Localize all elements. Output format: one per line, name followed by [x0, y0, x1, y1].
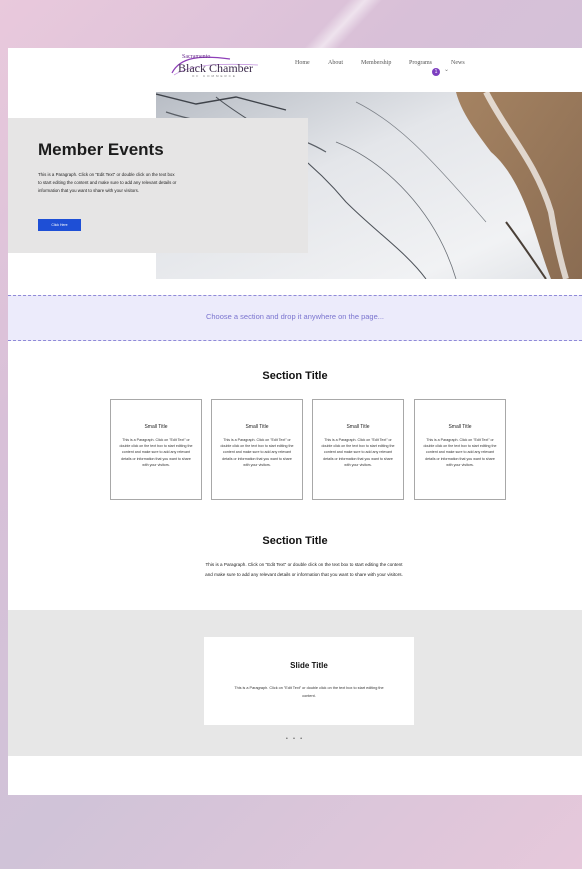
nav-programs[interactable]: Programs — [409, 60, 432, 66]
slide-text: This is a Paragraph. Click on "Edit Text… — [234, 686, 384, 698]
card-title: Small Title — [346, 424, 370, 430]
feature-card: Small Title This is a Paragraph. Click o… — [414, 399, 506, 500]
nav-about[interactable]: About — [328, 60, 343, 66]
section-title: Section Title — [262, 535, 328, 547]
section-title: Section Title — [262, 370, 328, 382]
slide-pagination-dots[interactable]: • • • — [8, 736, 582, 742]
feature-card: Small Title This is a Paragraph. Click o… — [110, 399, 202, 500]
chevron-down-icon[interactable]: ⌄ — [444, 66, 449, 73]
feature-card: Small Title This is a Paragraph. Click o… — [312, 399, 404, 500]
nav-news[interactable]: News — [451, 60, 465, 66]
notification-badge[interactable]: 1 — [432, 68, 440, 76]
hero-title: Member Events — [38, 140, 164, 159]
drop-zone-hint: Choose a section and drop it anywhere on… — [205, 312, 385, 321]
section-drop-zone[interactable]: Choose a section and drop it anywhere on… — [8, 295, 582, 341]
website-page: Sacramento Black Chamber OF COMMERCE Hom… — [8, 48, 582, 795]
feature-card: Small Title This is a Paragraph. Click o… — [211, 399, 303, 500]
card-text: This is a Paragraph. Click on "Edit Text… — [220, 438, 294, 467]
nav-home[interactable]: Home — [295, 60, 310, 66]
nav-membership[interactable]: Membership — [361, 60, 391, 66]
site-header: Sacramento Black Chamber OF COMMERCE Hom… — [8, 48, 582, 88]
logo-subtitle-text: OF COMMERCE — [192, 74, 237, 78]
section-paragraph: This is a Paragraph. Click on "Edit Text… — [205, 562, 403, 577]
card-text: This is a Paragraph. Click on "Edit Text… — [423, 438, 497, 467]
hero-paragraph: This is a Paragraph. Click on "Edit Text… — [38, 172, 177, 194]
click-here-button[interactable]: Click Here — [38, 219, 81, 231]
card-text: This is a Paragraph. Click on "Edit Text… — [119, 438, 193, 467]
card-title: Small Title — [245, 424, 269, 430]
card-title: Small Title — [144, 424, 168, 430]
slide-title: Slide Title — [290, 661, 328, 670]
card-title: Small Title — [448, 424, 472, 430]
logo-city-text: Sacramento — [182, 54, 211, 60]
background-light-streak — [297, 0, 383, 55]
card-text: This is a Paragraph. Click on "Edit Text… — [321, 438, 395, 467]
site-logo[interactable]: Sacramento Black Chamber OF COMMERCE — [170, 53, 260, 79]
slideshow: Slide Title This is a Paragraph. Click o… — [8, 610, 582, 756]
slide-card: Slide Title This is a Paragraph. Click o… — [204, 637, 414, 725]
